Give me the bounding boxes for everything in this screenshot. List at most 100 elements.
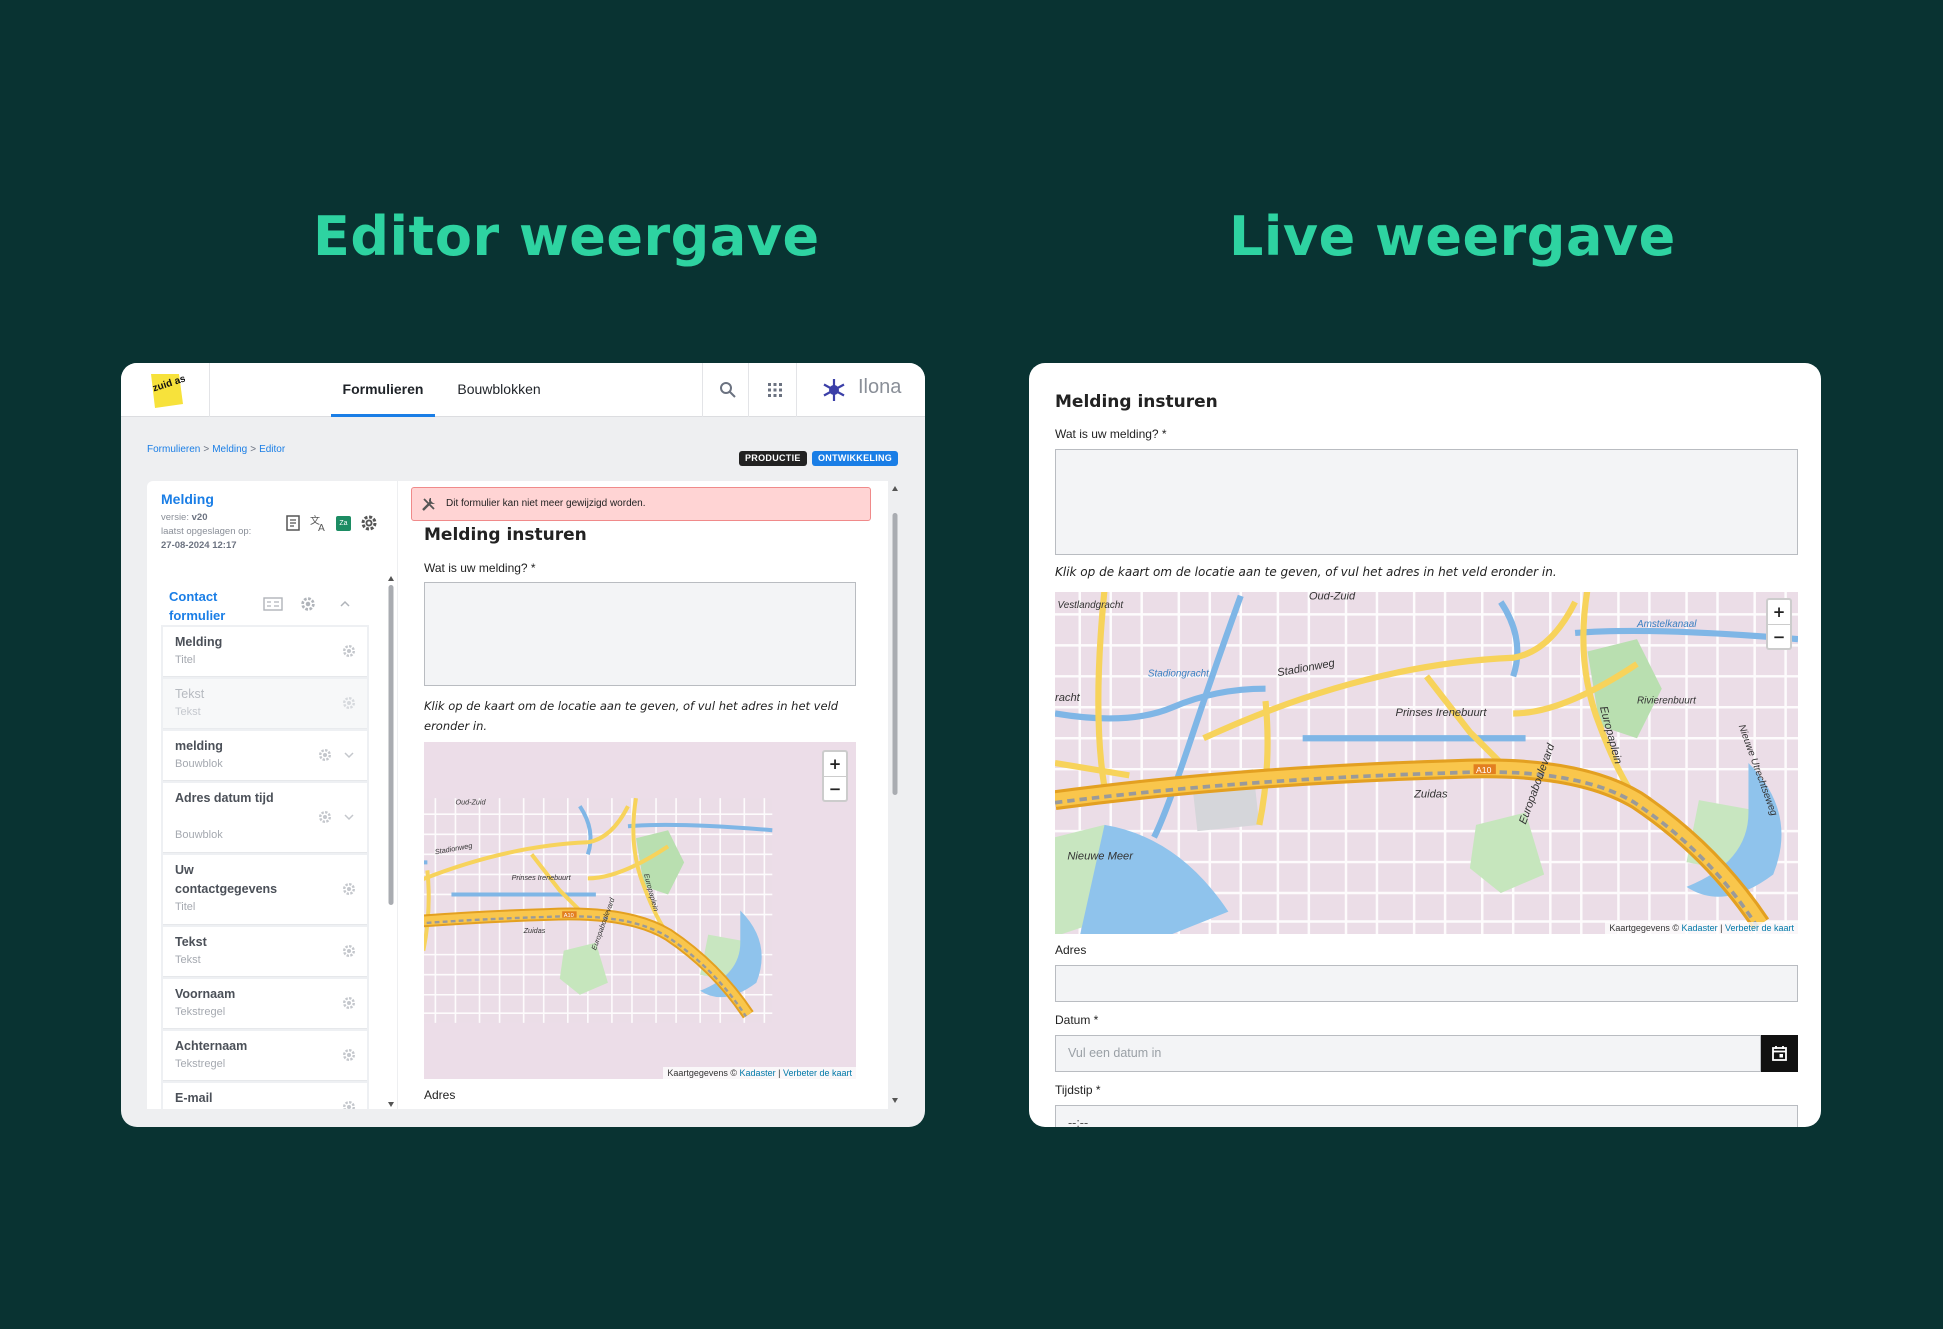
editor-view-heading: Editor weergave — [313, 205, 820, 268]
zoom-in-button[interactable]: + — [824, 752, 846, 776]
tree-item-name: Melding — [175, 635, 223, 649]
chevron-down-icon[interactable] — [343, 749, 355, 761]
svg-text:Rivierenbuurt: Rivierenbuurt — [1637, 696, 1697, 707]
gear-icon[interactable] — [359, 513, 379, 533]
form-structure-panel: Melding versie: v20 laatst opgeslagen op… — [147, 481, 397, 1109]
search-icon[interactable] — [718, 380, 738, 400]
tree-item[interactable]: melding Bouwblok — [163, 731, 367, 781]
tree-item-name: Tekst — [175, 935, 207, 949]
svg-text:Amstelkanaal: Amstelkanaal — [1636, 619, 1697, 630]
svg-text:Vestlandgracht: Vestlandgracht — [1057, 600, 1124, 611]
user-name[interactable]: Ilona — [858, 376, 901, 399]
readonly-warning: Dit formulier kan niet meer gewijzigd wo… — [411, 487, 871, 521]
gear-icon[interactable] — [317, 747, 333, 763]
time-value: --:-- — [1068, 1116, 1089, 1127]
env-productie-badge[interactable]: PRODUCTIE — [739, 451, 807, 466]
date-input[interactable]: Vul een datum in — [1055, 1035, 1761, 1072]
document-icon[interactable] — [283, 513, 303, 533]
top-navigation-bar: zuid as. Formulieren Bouwblokken Ilona — [121, 363, 925, 417]
divider — [796, 363, 797, 417]
form-list-icon[interactable] — [263, 595, 283, 613]
tree-item[interactable]: Voornaam Tekstregel — [163, 979, 367, 1029]
tree-item-name: E-mail — [175, 1091, 213, 1105]
improve-map-link[interactable]: Verbeter de kaart — [1725, 923, 1794, 933]
tab-formulieren[interactable]: Formulieren — [331, 363, 435, 417]
live-form-window: Melding insturen Wat is uw melding? * Kl… — [1029, 363, 1821, 1127]
map-hint: Klik op de kaart om de locatie aan te ge… — [424, 699, 839, 733]
divider — [702, 363, 703, 417]
gear-icon[interactable] — [341, 1047, 357, 1063]
breadcrumb-melding[interactable]: Melding — [212, 444, 247, 455]
zuidas-badge-icon[interactable]: Za — [336, 516, 351, 531]
svg-text:A: A — [318, 523, 325, 533]
question-textarea[interactable] — [424, 582, 856, 686]
user-avatar-icon[interactable] — [821, 377, 847, 403]
preview-form-title: Melding insturen — [424, 525, 587, 545]
gear-icon[interactable] — [341, 695, 357, 711]
tree-item-type: Bouwblok — [175, 829, 223, 841]
tree-item[interactable]: Tekst Tekst — [163, 927, 367, 977]
form-saved-label: laatst opgeslagen op: — [161, 526, 252, 537]
question-textarea[interactable] — [1055, 449, 1798, 555]
tree-item-name: Achternaam — [175, 1039, 248, 1053]
tree-item[interactable]: Uw contactgegevens Titel — [163, 855, 367, 925]
gear-icon[interactable] — [341, 995, 357, 1011]
preview-scrollbar[interactable] — [889, 481, 901, 1109]
tree-item[interactable]: Adres datum tijd Bouwblok — [163, 783, 367, 853]
tree-header-title[interactable]: Contact formulier — [169, 587, 259, 625]
tree-item-name: melding — [175, 739, 223, 753]
location-map[interactable]: + − Kaartgegevens © Kadaster | Verbeter … — [424, 742, 856, 1079]
tree-item-type: Bouwblok — [175, 758, 223, 770]
form-saved-date: 27-08-2024 12:17 — [161, 540, 237, 551]
map-zoom-control: + − — [1766, 598, 1792, 650]
breadcrumb-formulieren[interactable]: Formulieren — [147, 444, 200, 455]
map-tiles — [424, 742, 856, 1079]
address-label: Adres — [1055, 943, 1087, 957]
translate-icon[interactable]: 文 A — [309, 513, 329, 533]
apps-grid-icon[interactable] — [765, 380, 785, 400]
form-version: versie: v20 — [161, 512, 208, 523]
kadaster-link[interactable]: Kadaster — [740, 1068, 776, 1078]
tab-bouwblokken[interactable]: Bouwblokken — [454, 363, 544, 417]
improve-map-link[interactable]: Verbeter de kaart — [783, 1068, 852, 1078]
gear-icon[interactable] — [299, 595, 317, 613]
chevron-up-icon[interactable] — [339, 598, 351, 610]
form-preview-panel: Dit formulier kan niet meer gewijzigd wo… — [398, 481, 888, 1109]
time-input[interactable]: --:-- — [1055, 1105, 1798, 1127]
env-ontwikkeling-badge[interactable]: ONTWIKKELING — [812, 451, 899, 466]
map-attribution: Kaartgegevens © Kadaster | Verbeter de k… — [663, 1067, 856, 1079]
tree-item[interactable]: E-mail — [163, 1083, 367, 1109]
tree-item-type: Titel — [175, 901, 196, 913]
tree-item-name: Voornaam — [175, 987, 236, 1001]
map-tiles: Vestlandgracht Stadiongracht Amstelkanaa… — [1055, 592, 1798, 934]
tree-scrollbar[interactable] — [387, 575, 395, 1109]
live-form-title: Melding insturen — [1055, 392, 1218, 412]
gear-icon[interactable] — [341, 943, 357, 959]
tree-item-name: Adres datum tijd — [175, 791, 274, 805]
tree-item-name: Tekst — [175, 687, 205, 701]
location-map[interactable]: Vestlandgracht Stadiongracht Amstelkanaa… — [1055, 592, 1798, 934]
zoom-in-button[interactable]: + — [1768, 600, 1790, 624]
zuidas-logo[interactable]: zuid as. — [145, 370, 185, 410]
date-picker-button[interactable] — [1761, 1035, 1798, 1072]
form-title: Melding — [161, 491, 214, 507]
gear-icon[interactable] — [317, 809, 333, 825]
logo-divider — [209, 363, 210, 417]
gear-icon[interactable] — [341, 643, 357, 659]
date-label: Datum * — [1055, 1013, 1099, 1027]
tree-item[interactable]: Achternaam Tekstregel — [163, 1031, 367, 1081]
tree-item-name: Uw contactgegevens — [175, 863, 278, 896]
tree-item[interactable]: Tekst Tekst — [163, 679, 367, 729]
zoom-out-button[interactable]: − — [1768, 624, 1790, 648]
address-input[interactable] — [1055, 965, 1798, 1002]
chevron-down-icon[interactable] — [343, 811, 355, 823]
tree-item[interactable]: Melding Titel — [163, 627, 367, 677]
zoom-out-button[interactable]: − — [824, 776, 846, 800]
gear-icon[interactable] — [341, 1099, 357, 1109]
breadcrumb-editor[interactable]: Editor — [259, 444, 285, 455]
tree-item-type: Tekst — [175, 954, 201, 966]
kadaster-link[interactable]: Kadaster — [1682, 923, 1718, 933]
time-label: Tijdstip * — [1055, 1083, 1101, 1097]
map-zoom-control: + − — [822, 750, 848, 802]
gear-icon[interactable] — [341, 881, 357, 897]
